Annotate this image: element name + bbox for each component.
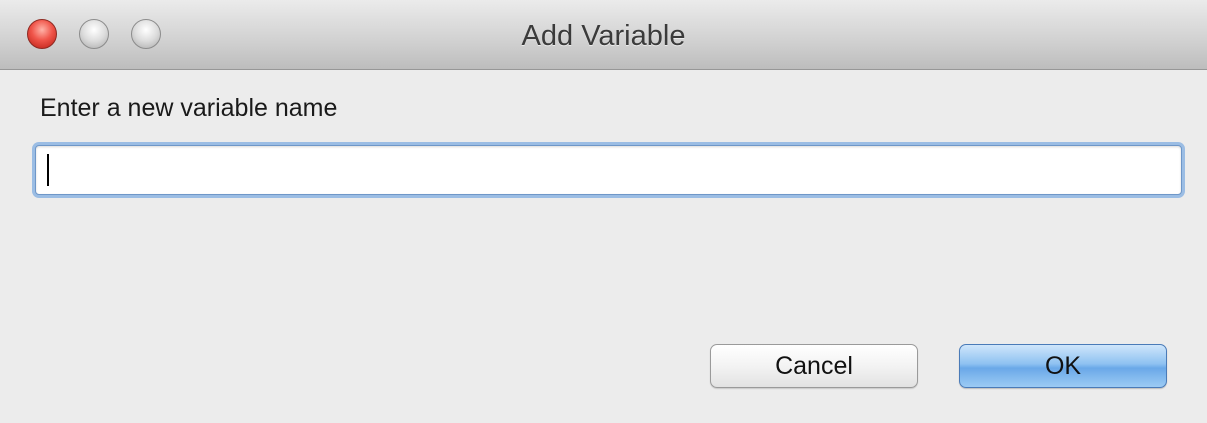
add-variable-dialog: Add Variable Enter a new variable name C… [0, 0, 1207, 423]
window-title: Add Variable [521, 20, 686, 52]
text-caret [47, 154, 49, 186]
variable-name-input[interactable] [35, 145, 1182, 195]
ok-button[interactable]: OK [959, 344, 1167, 388]
cancel-button[interactable]: Cancel [710, 344, 918, 388]
title-bar[interactable]: Add Variable [0, 0, 1207, 70]
prompt-label: Enter a new variable name [40, 94, 338, 122]
